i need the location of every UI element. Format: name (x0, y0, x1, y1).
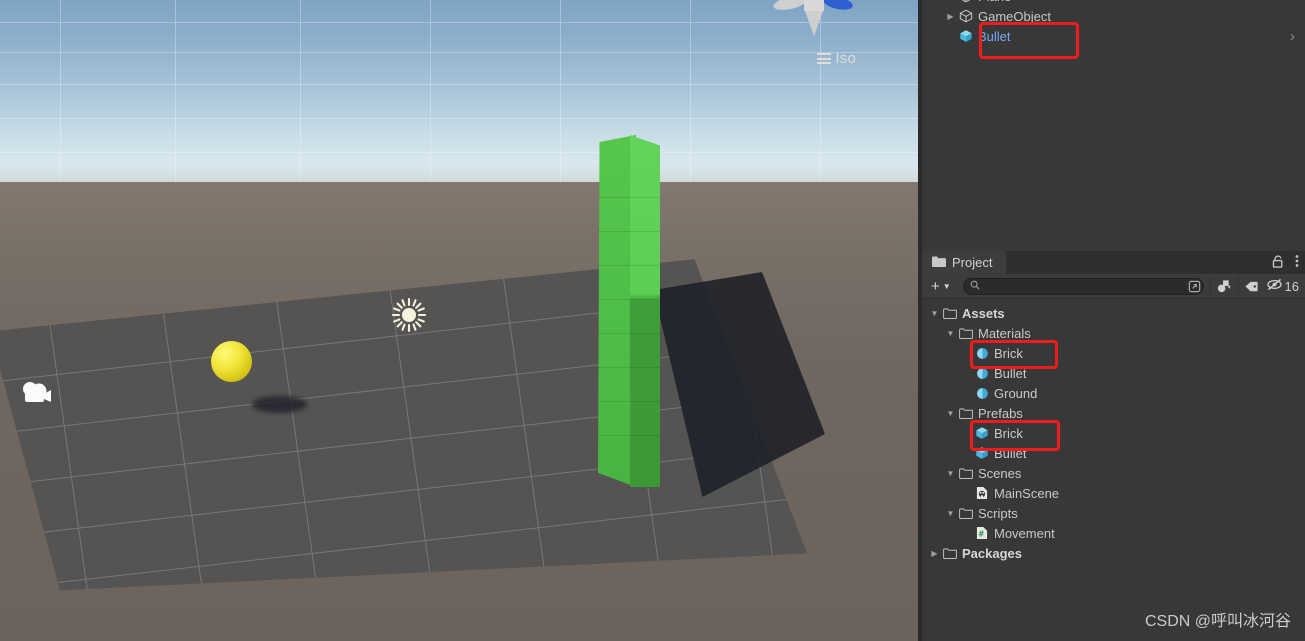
hierarchy-row-bullet[interactable]: Bullet (922, 26, 1305, 46)
hierarchy-rows: Plane ▶ GameObject Bullet (922, 0, 1305, 46)
chevron-right-icon[interactable]: › (1290, 28, 1295, 45)
chevron-down-icon: ▼ (942, 281, 951, 291)
create-asset-button[interactable]: + ▼ (924, 278, 957, 295)
row-label: Ground (994, 385, 1038, 401)
asset-row-bullet[interactable]: Bullet (922, 363, 1305, 383)
project-toolbar: + ▼ 16 (922, 274, 1305, 299)
search-icon (970, 277, 980, 295)
row-label: Scenes (978, 465, 1022, 481)
twisty-toggle-icon[interactable]: ▶ (944, 12, 957, 21)
asset-row-assets[interactable]: ▼ Assets (922, 303, 1305, 323)
eye-slash-icon (1266, 278, 1283, 294)
hierarchy-panel[interactable]: Plane ▶ GameObject Bullet › (922, 0, 1305, 251)
asset-row-scenes[interactable]: ▼ Scenes (922, 463, 1305, 483)
row-label: Plane (975, 0, 1011, 4)
twisty-toggle-icon[interactable]: ▼ (944, 469, 957, 478)
asset-row-packages[interactable]: ▶ Packages (922, 543, 1305, 563)
row-label: Assets (962, 305, 1005, 321)
bullet-sphere-object[interactable] (211, 341, 252, 382)
row-label: GameObject (978, 8, 1051, 24)
asset-row-scripts[interactable]: ▼ Scripts (922, 503, 1305, 523)
project-asset-tree: ▼ Assets ▼ Materials Brick Bullet Ground ▼ Prefa… (922, 299, 1305, 563)
asset-row-materials[interactable]: ▼ Materials (922, 323, 1305, 343)
row-label: Brick (994, 345, 1023, 361)
asset-row-movement[interactable]: # Movement (922, 523, 1305, 543)
folder-icon (957, 467, 975, 479)
camera-icon[interactable] (18, 380, 54, 406)
iso-projection-label[interactable]: Iso (817, 50, 856, 67)
row-label: Scripts (978, 505, 1018, 521)
material-icon (973, 347, 991, 360)
folder-icon (957, 327, 975, 339)
row-label: Prefabs (978, 405, 1023, 421)
twisty-toggle-icon[interactable]: ▼ (944, 509, 957, 518)
svg-text:#: # (979, 529, 984, 539)
cube-icon (957, 9, 975, 23)
folder-icon (957, 407, 975, 419)
scene-icon (973, 486, 991, 500)
asset-row-bullet[interactable]: Bullet (922, 443, 1305, 463)
unity-editor-window: Iso Plane ▶ GameObject Bullet › Project (0, 0, 1305, 641)
csharp-script-icon: # (973, 526, 991, 540)
search-input[interactable] (962, 277, 1204, 295)
material-icon (973, 367, 991, 380)
hierarchy-row-gameobject[interactable]: ▶ GameObject (922, 6, 1305, 26)
iso-menu-icon (817, 53, 832, 64)
hidden-assets-counter[interactable]: 16 (1266, 278, 1303, 294)
prefab-cube-icon (973, 446, 991, 460)
asset-row-brick[interactable]: Brick (922, 423, 1305, 443)
row-label: Movement (994, 525, 1055, 541)
tab-project[interactable]: Project (922, 251, 1007, 274)
create-asset-label: + (931, 277, 940, 295)
twisty-toggle-icon[interactable]: ▼ (944, 329, 957, 338)
row-label: Packages (962, 545, 1022, 561)
csdn-watermark: CSDN @呼叫冰河谷 (1144, 613, 1291, 630)
material-icon (973, 387, 991, 400)
right-panel-column: Plane ▶ GameObject Bullet › Project (918, 0, 1305, 641)
folder-icon (957, 507, 975, 519)
project-tabbar: Project (922, 251, 1305, 274)
prefab-cube-icon (957, 29, 975, 43)
folder-icon (941, 547, 959, 559)
object-picker-icon[interactable] (1209, 274, 1236, 298)
tab-project-label: Project (952, 255, 993, 270)
asset-row-ground[interactable]: Ground (922, 383, 1305, 403)
brick-wall-object[interactable] (598, 135, 660, 487)
expand-icon[interactable] (1187, 279, 1202, 299)
lock-icon[interactable] (1272, 254, 1284, 273)
asset-row-mainscene[interactable]: MainScene (922, 483, 1305, 503)
folder-icon (941, 307, 959, 319)
row-label: Materials (978, 325, 1031, 341)
iso-label-text: Iso (835, 50, 856, 67)
project-panel[interactable]: Project + ▼ 16 ▼ Assets ▼ Materials Bric… (922, 251, 1305, 641)
asset-row-brick[interactable]: Brick (922, 343, 1305, 363)
scene-view[interactable]: Iso (0, 0, 918, 641)
folder-icon (932, 255, 946, 270)
row-label: Bullet (994, 445, 1027, 461)
row-label: Bullet (978, 28, 1011, 44)
sun-icon[interactable] (390, 296, 428, 334)
kebab-menu-icon[interactable] (1295, 254, 1299, 273)
scene-orientation-gizmo[interactable] (770, 0, 856, 40)
row-label: Brick (994, 425, 1023, 441)
row-label: MainScene (994, 485, 1060, 501)
twisty-toggle-icon[interactable]: ▼ (944, 409, 957, 418)
twisty-toggle-icon[interactable]: ▼ (928, 309, 941, 318)
cube-icon (957, 0, 975, 3)
label-tag-icon[interactable] (1237, 274, 1264, 298)
twisty-toggle-icon[interactable]: ▶ (928, 549, 941, 558)
row-label: Bullet (994, 365, 1027, 381)
asset-row-prefabs[interactable]: ▼ Prefabs (922, 403, 1305, 423)
hidden-assets-count: 16 (1284, 278, 1299, 294)
sphere-shadow (252, 396, 307, 413)
prefab-cube-icon (973, 426, 991, 440)
